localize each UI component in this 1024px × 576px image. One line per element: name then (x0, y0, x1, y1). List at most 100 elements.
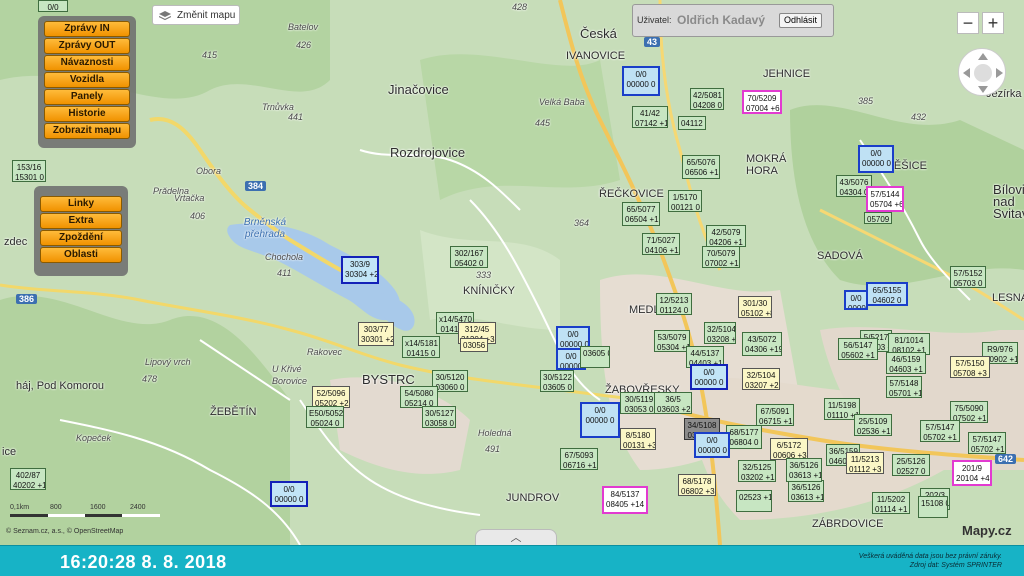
menu-button[interactable]: Oblasti (40, 247, 122, 263)
vehicle-line-status: 05708 +3 (953, 369, 987, 378)
vehicle-marker[interactable]: 25/5109 02536 +1 (854, 414, 892, 436)
vehicle-marker[interactable]: x14/5181 01415 0 (402, 336, 440, 358)
vehicle-marker[interactable]: 57/5150 05708 +3 (950, 356, 990, 378)
vehicle-marker[interactable]: 11/5213 01112 +3 (846, 452, 884, 474)
vehicle-marker[interactable]: 56/5147 05602 +1 (838, 338, 878, 360)
vehicle-marker[interactable]: 302/167 05402 0 (450, 246, 488, 268)
vehicle-marker[interactable]: 65/5077 06504 +1 (622, 202, 660, 226)
menu-button[interactable]: Zprávy OUT (44, 38, 130, 54)
menu-button[interactable]: Zpoždění (40, 230, 122, 246)
map-attribution[interactable]: © Seznam.cz, a.s., © OpenStreetMap (6, 528, 123, 535)
logout-button[interactable]: Odhlásit (779, 13, 823, 28)
vehicle-marker[interactable]: 57/5147 05702 +1 (920, 420, 960, 442)
vehicle-marker[interactable]: 57/5148 05701 +1 (886, 376, 922, 398)
vehicle-marker[interactable]: 02523 +1 (736, 490, 772, 512)
vehicle-marker[interactable]: 04112 0 (678, 116, 706, 130)
vehicle-marker[interactable]: 0/000000 0 (694, 432, 730, 458)
pan-control[interactable] (958, 48, 1006, 96)
vehicle-marker[interactable]: 65/5076 06506 +1 (682, 155, 720, 179)
vehicle-marker[interactable]: 32/5104 03207 +2 (742, 368, 780, 390)
vehicle-marker[interactable]: 0/000000 0 (580, 402, 620, 438)
vehicle-marker[interactable]: 54/5080 05214 0 (400, 386, 438, 408)
menu-button[interactable]: Panely (44, 89, 130, 105)
vehicle-line-label: 36/5126 (789, 461, 819, 470)
vehicle-marker[interactable]: 43/5072 04306 +19 (742, 332, 782, 356)
vehicle-marker[interactable]: 03605 0 (580, 346, 610, 368)
vehicle-marker[interactable]: 15108 0 (918, 496, 948, 518)
collapse-panel-button[interactable]: ︿ (475, 529, 557, 545)
vehicle-line-status: 04603 +1 (889, 365, 923, 374)
vehicle-marker[interactable]: 0/000000 0 (858, 145, 894, 173)
vehicle-marker[interactable]: 57/5147 05702 +1 (968, 432, 1006, 454)
vehicle-marker[interactable]: 03056 0 (460, 338, 488, 352)
change-map-button[interactable]: Změnit mapu (152, 5, 240, 25)
vehicle-marker[interactable]: 32/5125 03202 +1 (738, 460, 776, 482)
vehicle-marker[interactable]: 57/5144 05704 +6 (866, 186, 904, 212)
vehicle-marker[interactable]: 8/5180 00131 +3 (620, 428, 656, 450)
menu-button[interactable]: Vozidla (44, 72, 130, 88)
vehicle-marker[interactable]: 6/5172 00606 +3 (770, 438, 808, 460)
vehicle-marker[interactable]: 30/5122 03605 0 (540, 370, 574, 392)
vehicle-marker[interactable]: 30/5119 03053 0 (620, 392, 658, 414)
vehicle-line-label: 65/5077 (626, 205, 656, 214)
main-menu-panel: Zprávy IN Zprávy OUT Návaznosti Vozidla Pane… (38, 16, 136, 148)
vehicle-marker[interactable]: E50/5052 05024 0 (306, 406, 344, 428)
vehicle-marker[interactable]: 0/0 (38, 0, 68, 12)
vehicle-marker[interactable]: 303/77 30301 +2 (358, 322, 394, 346)
vehicle-marker[interactable]: 68/5177 06804 0 (726, 425, 762, 449)
menu-button[interactable]: Historie (44, 106, 130, 122)
vehicle-marker[interactable]: 201/9 20104 +4 (952, 460, 992, 486)
vehicle-marker[interactable]: 1/5170 00121 0 (668, 190, 702, 212)
vehicle-marker[interactable]: 84/5137 08405 +14 (602, 486, 648, 514)
vehicle-line-status: 03202 +1 (741, 473, 775, 482)
map-canvas[interactable]: Česká IVANOVICE Jinačovice JEHNICE Rozdrojov… (0, 0, 1024, 545)
vehicle-line-status: 05702 +1 (923, 433, 957, 442)
vehicle-marker[interactable]: 68/5178 06802 +3 (678, 474, 716, 496)
vehicle-marker[interactable]: 32/510403208 +1 (704, 322, 736, 344)
vehicle-marker[interactable]: 46/5159 04603 +1 (886, 352, 926, 374)
elevation-label: 385 (858, 96, 874, 106)
vehicle-marker[interactable]: 36/5126 03613 +1 (788, 480, 824, 502)
menu-button[interactable]: Linky (40, 196, 122, 212)
vehicle-marker[interactable]: 53/5079 05304 +1 (654, 330, 690, 352)
mapy-logo[interactable]: Mapy.cz (962, 523, 1012, 538)
vehicle-line-label: 36/5 (665, 395, 681, 404)
vehicle-marker[interactable]: 303/9 30304 +2 (341, 256, 379, 284)
vehicle-marker[interactable]: 0/000000 0 (270, 481, 308, 507)
vehicle-marker[interactable]: 57/5152 05703 0 (950, 266, 986, 288)
vehicle-marker[interactable]: 41/42 07142 +1 (632, 106, 668, 128)
vehicle-marker[interactable]: 0/000000 0 (690, 364, 728, 390)
vehicle-marker[interactable]: 0/000000 0 (844, 290, 868, 310)
vehicle-marker[interactable]: 42/5081 04208 0 (690, 88, 724, 110)
vehicle-marker[interactable]: 65/5155 04602 0 (866, 282, 908, 306)
zoom-in-button[interactable]: + (982, 12, 1004, 34)
menu-button[interactable]: Zobrazit mapu (44, 123, 130, 139)
vehicle-marker[interactable]: 05709 0 (864, 212, 892, 224)
vehicle-line-status: 07002 +1 (705, 259, 739, 268)
place-label: Rozdrojovice (390, 145, 466, 160)
vehicle-marker[interactable]: 12/5213 01124 0 (656, 293, 692, 315)
vehicle-marker[interactable]: 11/5202 01114 +1 (872, 492, 910, 514)
vehicle-marker[interactable]: 52/5096 05202 +2 (312, 386, 350, 408)
vehicle-marker[interactable]: 67/5091 06715 +1 (756, 404, 794, 426)
menu-button[interactable]: Zprávy IN (44, 21, 130, 37)
vehicle-marker[interactable]: 67/5093 06716 +1 (560, 448, 598, 470)
menu-button[interactable]: Návaznosti (44, 55, 130, 71)
vehicle-marker[interactable]: 70/5209 07004 +63 (742, 90, 782, 114)
vehicle-marker[interactable]: 42/5079 04206 +1 (706, 225, 746, 247)
menu-button[interactable]: Extra (40, 213, 122, 229)
elevation-label: 491 (485, 444, 501, 454)
vehicle-marker[interactable]: 0/000000 0 (622, 66, 660, 96)
vehicle-marker[interactable]: 25/5126 02527 0 (892, 454, 930, 476)
vehicle-marker[interactable]: 301/30 05102 +8 (738, 296, 772, 318)
vehicle-line-status: 08405 +14 (606, 500, 645, 509)
vehicle-marker[interactable]: 36/5 03603 +2 (654, 392, 692, 414)
vehicle-marker[interactable]: 71/5027 04106 +1 (642, 233, 680, 255)
vehicle-marker[interactable]: 70/5079 07002 +1 (702, 246, 740, 268)
zoom-out-button[interactable]: − (957, 12, 979, 34)
vehicle-marker[interactable]: 402/87 40202 +1 (10, 468, 46, 490)
vehicle-marker[interactable]: 30/5127 03058 0 (422, 406, 456, 428)
vehicle-marker[interactable]: 153/16 15301 0 (12, 160, 46, 182)
vehicle-marker[interactable]: 36/5126 03613 +1 (786, 458, 822, 482)
scale-label: 1600 (90, 504, 106, 511)
